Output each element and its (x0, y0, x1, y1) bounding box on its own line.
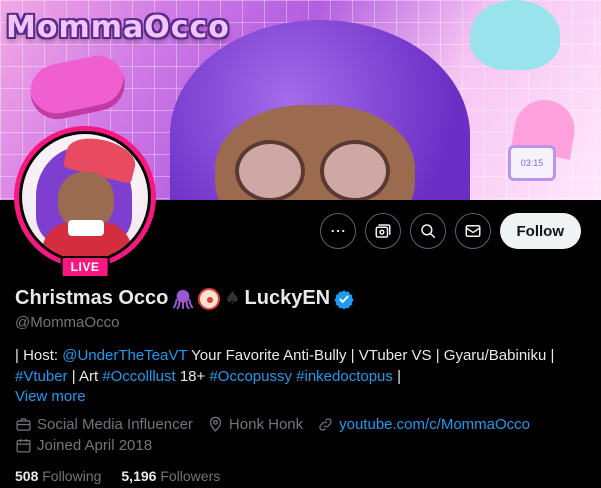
bio-hashtag-link[interactable]: #inkedoctopus (296, 368, 393, 385)
banner-octopus-plush (470, 0, 560, 70)
joined-item: Joined April 2018 (15, 437, 152, 454)
more-button[interactable] (319, 213, 356, 249)
profile-meta-row-1: Social Media Influencer Honk Honk youtub… (15, 416, 530, 433)
bio-hashtag-link[interactable]: #Occopussy (209, 368, 292, 385)
bio-text: | Art (67, 368, 103, 385)
location-pin-icon (209, 416, 222, 432)
avatar-ring (14, 126, 156, 268)
more-icon (331, 229, 344, 233)
avatar-image (22, 134, 148, 260)
joined-text: Joined April 2018 (37, 437, 153, 454)
location-item: Honk Honk (207, 416, 303, 433)
bio-text: Your Favorite Anti-Bully | VTuber VS | G… (187, 347, 555, 364)
subscribe-button[interactable] (364, 213, 401, 249)
spade-emoji-icon: ♠ (224, 288, 241, 309)
display-name: Christmas Occo (15, 287, 169, 309)
followers-label: Followers (160, 468, 221, 484)
followers-count: 5,196 (121, 468, 157, 484)
message-icon (465, 225, 480, 237)
briefcase-icon (16, 418, 31, 431)
bio-hashtag-link[interactable]: #Occolllust (102, 368, 175, 385)
following-link[interactable]: 508 Following (15, 468, 101, 484)
following-label: Following (42, 468, 102, 484)
verified-badge-icon[interactable] (334, 289, 354, 309)
website-item[interactable]: youtube.com/c/MommaOcco (317, 416, 530, 433)
location-text: Honk Honk (228, 416, 304, 433)
octopus-emoji-icon (173, 289, 194, 309)
message-button[interactable] (454, 213, 491, 249)
banner-glasses-left (235, 140, 305, 200)
follow-button[interactable]: Follow (499, 213, 581, 249)
followers-link[interactable]: 5,196 Followers (121, 468, 220, 484)
view-more-link[interactable]: View more (15, 388, 86, 405)
bio-hashtag-link[interactable]: #Vtuber (15, 368, 68, 385)
clown-emoji-icon (198, 287, 221, 310)
follow-stats: 508 Following 5,196 Followers (15, 468, 220, 484)
banner-clock: 03:15 (508, 145, 556, 181)
display-name-row: Christmas Occo ♠ LuckyEN (15, 287, 354, 310)
display-name-suffix: LuckyEN (244, 287, 331, 309)
banner-logo: MommaOcco (6, 10, 230, 45)
search-icon (420, 224, 435, 239)
avatar-collar (68, 220, 104, 236)
category-text: Social Media Influencer (37, 416, 193, 433)
subscribe-icon (375, 224, 390, 238)
following-count: 508 (15, 468, 39, 484)
profile-meta-row-2: Joined April 2018 (15, 437, 152, 454)
profile-actions: Follow (319, 213, 581, 249)
live-badge[interactable]: LIVE (60, 256, 110, 278)
bio-text: 18+ (175, 368, 210, 385)
bio-text: | (392, 368, 401, 385)
calendar-icon (16, 439, 31, 453)
profile-bio: | Host: @UnderTheTeaVT Your Favorite Ant… (15, 345, 575, 387)
bio-mention-link[interactable]: @UnderTheTeaVT (62, 347, 187, 364)
search-button[interactable] (409, 213, 446, 249)
bio-text: | Host: (15, 347, 63, 364)
link-icon (319, 418, 332, 431)
website-link[interactable]: youtube.com/c/MommaOcco (339, 416, 530, 433)
profile-avatar[interactable]: LIVE (14, 126, 156, 278)
category-item: Social Media Influencer (15, 416, 193, 433)
profile-handle: @MommaOcco (15, 314, 120, 331)
banner-glasses-right (320, 140, 390, 200)
